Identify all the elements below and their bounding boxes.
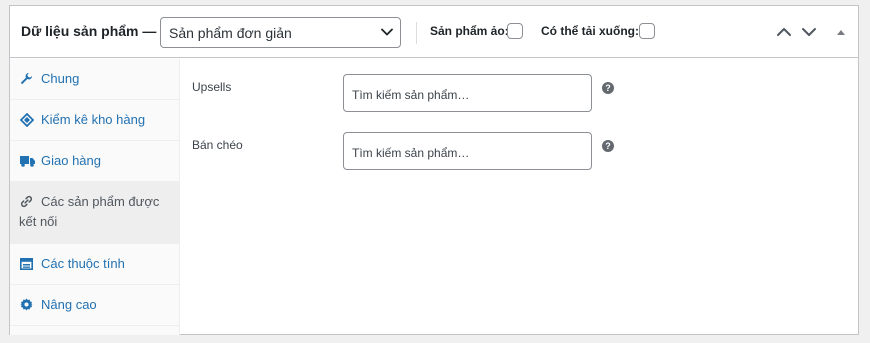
help-tip-icon[interactable]: ? (602, 82, 614, 94)
move-up-button[interactable] (774, 22, 794, 42)
upsells-label: Upsells (192, 80, 232, 94)
toggle-panel-button[interactable] (831, 22, 851, 42)
wrench-icon (20, 72, 33, 88)
virtual-label: Sản phẩm ảo: (430, 24, 509, 38)
cross-sells-placeholder: Tìm kiếm sản phẩm… (352, 146, 470, 160)
cross-sells-search-input[interactable]: Tìm kiếm sản phẩm… (343, 132, 592, 170)
tab-general[interactable]: Chung (10, 59, 180, 100)
chevron-up-icon (777, 28, 791, 36)
panel-header: Dữ liệu sản phẩm — Sản phẩm đơn giản Sản… (10, 6, 858, 58)
linked-products-panel: Upsells Tìm kiếm sản phẩm… ? Bán chéo Tì… (181, 59, 858, 335)
downloadable-label: Có thể tải xuống: (541, 24, 639, 38)
gear-icon (20, 298, 33, 314)
downloadable-checkbox[interactable] (639, 23, 655, 39)
tab-label: Nâng cao (41, 297, 97, 312)
truck-icon (20, 155, 35, 170)
tab-inventory[interactable]: Kiểm kê kho hàng (10, 100, 180, 141)
chevron-down-icon (381, 28, 393, 36)
move-down-button[interactable] (799, 22, 819, 42)
virtual-checkbox[interactable] (507, 23, 523, 39)
tab-label: Chung (41, 71, 80, 86)
panel-title: Dữ liệu sản phẩm — (21, 23, 157, 39)
chevron-down-icon (802, 28, 816, 36)
product-type-value: Sản phẩm đơn giản (169, 25, 292, 41)
upsells-placeholder: Tìm kiếm sản phẩm… (352, 88, 470, 102)
tab-label: Giao hàng (41, 153, 101, 168)
product-data-panel: Dữ liệu sản phẩm — Sản phẩm đơn giản Sản… (9, 5, 859, 335)
help-tip-icon[interactable]: ? (602, 140, 614, 152)
tab-linked-products[interactable]: Các sản phẩm được kết nối (10, 182, 180, 244)
product-data-tabs: Chung Kiểm kê kho hàng Giao hàng Các sản… (10, 59, 180, 335)
triangle-up-icon (837, 30, 845, 35)
tag-icon (19, 112, 35, 130)
list-view-icon (20, 258, 33, 273)
tab-label: Các thuộc tính (41, 256, 125, 271)
tab-attributes[interactable]: Các thuộc tính (10, 244, 180, 285)
tab-shipping[interactable]: Giao hàng (10, 141, 180, 182)
header-divider (416, 22, 417, 44)
tab-advanced[interactable]: Nâng cao (10, 285, 180, 326)
product-type-select[interactable]: Sản phẩm đơn giản (160, 17, 401, 48)
tab-label: Kiểm kê kho hàng (41, 112, 146, 127)
cross-sells-label: Bán chéo (192, 138, 243, 152)
upsells-search-input[interactable]: Tìm kiếm sản phẩm… (343, 74, 592, 112)
tab-label: Các sản phẩm được kết nối (19, 194, 160, 229)
